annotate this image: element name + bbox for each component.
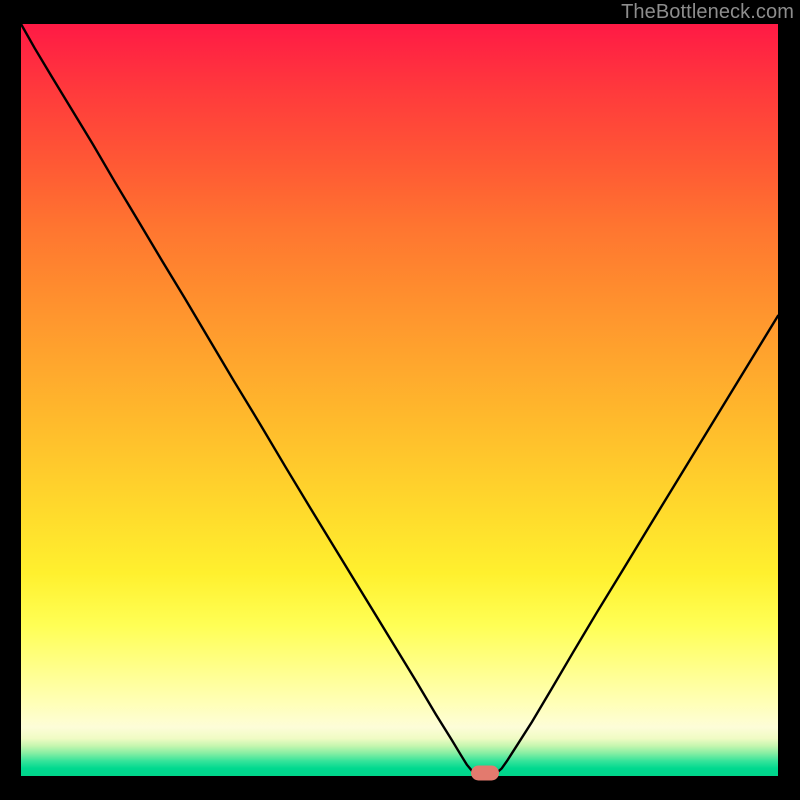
- chart-frame: [21, 24, 778, 776]
- bottleneck-curve: [21, 24, 778, 776]
- optimal-point-marker: [471, 765, 499, 780]
- watermark-text: TheBottleneck.com: [621, 1, 794, 24]
